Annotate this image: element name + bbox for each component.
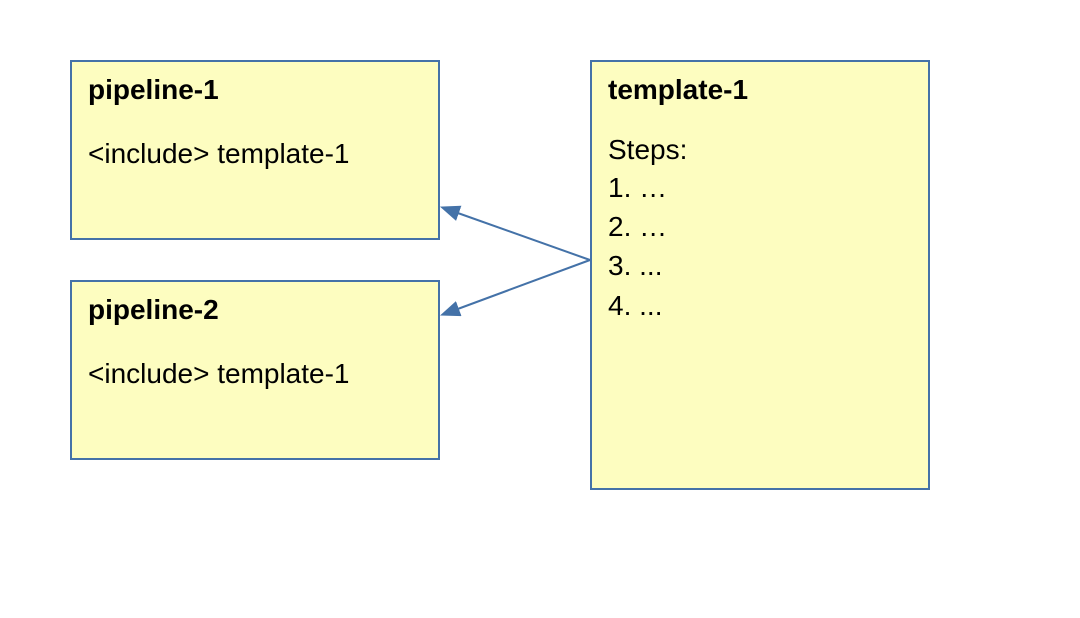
template-1-step: 1. … [608,168,912,207]
template-1-step: 3. ... [608,246,912,285]
template-1-title: template-1 [608,74,912,106]
pipeline-2-title: pipeline-2 [88,294,422,326]
arrow-template-to-pipeline1 [455,212,590,260]
pipeline-1-box: pipeline-1 <include> template-1 [70,60,440,240]
pipeline-1-content: <include> template-1 [88,134,422,173]
template-1-steps-label: Steps: [608,134,912,166]
pipeline-2-content: <include> template-1 [88,354,422,393]
template-1-step: 2. … [608,207,912,246]
template-1-box: template-1 Steps: 1. … 2. … 3. ... 4. ..… [590,60,930,490]
pipeline-1-title: pipeline-1 [88,74,422,106]
pipeline-2-box: pipeline-2 <include> template-1 [70,280,440,460]
template-1-step: 4. ... [608,286,912,325]
arrow-template-to-pipeline2 [455,260,590,310]
